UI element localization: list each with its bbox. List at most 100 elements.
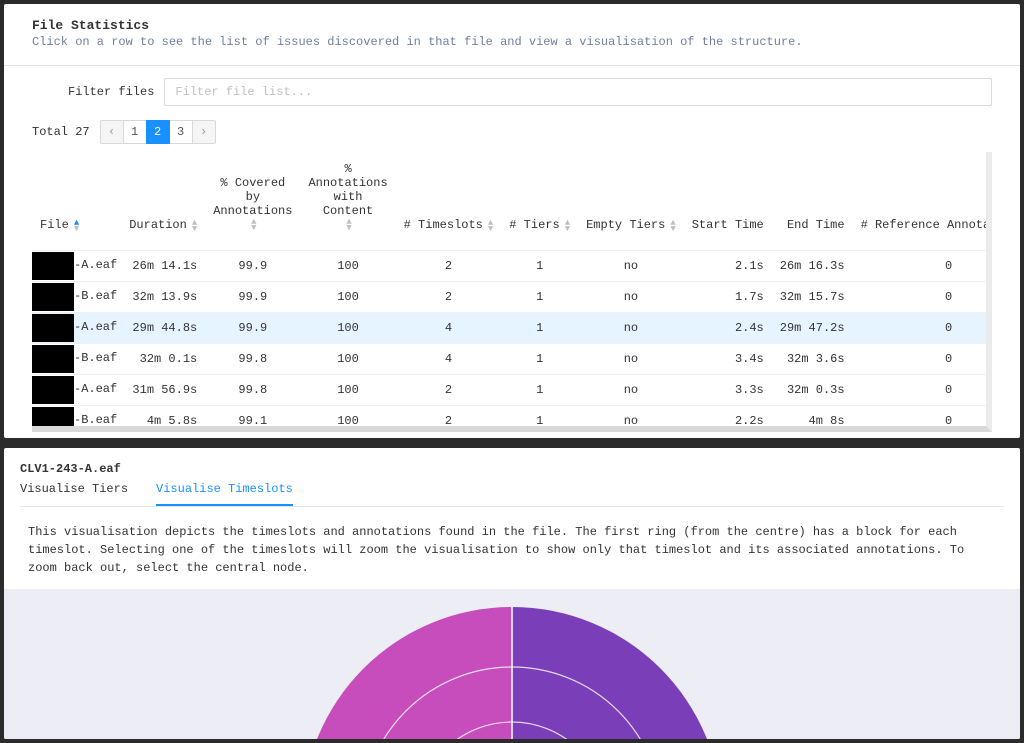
col-start[interactable]: Start Time xyxy=(684,152,772,251)
col-duration[interactable]: Duration▲▼ xyxy=(121,152,205,251)
file-name: -B.eaf xyxy=(74,407,121,432)
file-name: -A.eaf xyxy=(74,252,121,280)
table-scroll[interactable]: File▲▼ Duration▲▼ % Covered by Annotatio… xyxy=(32,152,992,432)
cell-content: 100 xyxy=(300,344,395,375)
cell-empty: no xyxy=(578,344,684,375)
cell-empty: no xyxy=(578,282,684,313)
cell-duration: 32m 0.1s xyxy=(121,344,205,375)
cell-duration: 32m 13.9s xyxy=(121,282,205,313)
cell-timeslots: 2 xyxy=(396,406,502,433)
cell-content: 100 xyxy=(300,375,395,406)
cell-ref: 0 xyxy=(853,282,992,313)
detail-header: CLV1-243-A.eaf Visualise Tiers Visualise… xyxy=(4,448,1020,507)
sort-icon: ▲▼ xyxy=(565,220,570,232)
cell-covered: 99.9 xyxy=(205,251,300,282)
cell-file: -B.eaf xyxy=(32,344,121,375)
cell-empty: no xyxy=(578,406,684,433)
redacted-block xyxy=(32,376,74,404)
page-3-button[interactable]: 3 xyxy=(169,120,193,144)
cell-ref: 0 xyxy=(853,313,992,344)
cell-file: -B.eaf xyxy=(32,282,121,313)
redacted-block xyxy=(32,252,74,280)
cell-file: -A.eaf xyxy=(32,375,121,406)
table-row[interactable]: -A.eaf29m 44.8s99.910041no2.4s29m 47.2s0 xyxy=(32,313,992,344)
file-name: -A.eaf xyxy=(74,376,121,404)
col-tiers[interactable]: # Tiers▲▼ xyxy=(501,152,578,251)
cell-ref: 0 xyxy=(853,375,992,406)
sort-icon: ▲▼ xyxy=(192,220,197,232)
redacted-block xyxy=(32,283,74,311)
cell-tiers: 1 xyxy=(501,406,578,433)
cell-covered: 99.8 xyxy=(205,344,300,375)
filter-input[interactable] xyxy=(164,78,992,106)
cell-content: 100 xyxy=(300,251,395,282)
total-count: Total 27 xyxy=(32,125,90,139)
cell-file: -A.eaf xyxy=(32,313,121,344)
table-row[interactable]: -B.eaf32m 0.1s99.810041no3.4s32m 3.6s0 xyxy=(32,344,992,375)
cell-start: 1.7s xyxy=(684,282,772,313)
redacted-block xyxy=(32,345,74,373)
cell-timeslots: 2 xyxy=(396,251,502,282)
col-covered[interactable]: % Covered by Annotations▲▼ xyxy=(205,152,300,251)
cell-duration: 31m 56.9s xyxy=(121,375,205,406)
cell-start: 2.2s xyxy=(684,406,772,433)
page-2-button[interactable]: 2 xyxy=(146,120,170,144)
col-file[interactable]: File▲▼ xyxy=(32,152,121,251)
cell-end: 32m 0.3s xyxy=(772,375,853,406)
redacted-block xyxy=(32,314,74,342)
cell-empty: no xyxy=(578,313,684,344)
next-page-button[interactable]: › xyxy=(192,120,216,144)
cell-timeslots: 2 xyxy=(396,282,502,313)
cell-timeslots: 2 xyxy=(396,375,502,406)
panel-subtitle: Click on a row to see the list of issues… xyxy=(32,35,992,49)
table-row[interactable]: -B.eaf4m 5.8s99.110021no2.2s4m 8s0 xyxy=(32,406,992,433)
visualisation-description: This visualisation depicts the timeslots… xyxy=(4,507,1020,589)
cell-content: 100 xyxy=(300,282,395,313)
tabs: Visualise Tiers Visualise Timeslots xyxy=(20,482,1004,507)
pager: ‹ 1 2 3 › xyxy=(100,120,216,144)
cell-file: -A.eaf xyxy=(32,251,121,282)
sunburst-chart[interactable] xyxy=(292,597,732,739)
cell-duration: 4m 5.8s xyxy=(121,406,205,433)
filter-label: Filter files xyxy=(68,85,154,99)
cell-timeslots: 4 xyxy=(396,313,502,344)
file-name: -A.eaf xyxy=(74,314,121,342)
col-end[interactable]: End Time xyxy=(772,152,853,251)
sort-icon: ▲▼ xyxy=(346,219,351,231)
table-row[interactable]: -B.eaf32m 13.9s99.910021no1.7s32m 15.7s0 xyxy=(32,282,992,313)
pagination-row: Total 27 ‹ 1 2 3 › xyxy=(4,114,1020,152)
cell-tiers: 1 xyxy=(501,282,578,313)
cell-content: 100 xyxy=(300,313,395,344)
cell-covered: 99.9 xyxy=(205,282,300,313)
file-name: -B.eaf xyxy=(74,283,121,311)
panel-title: File Statistics xyxy=(32,18,992,33)
cell-end: 29m 47.2s xyxy=(772,313,853,344)
col-content[interactable]: % Annotations with Content▲▼ xyxy=(300,152,395,251)
table-row[interactable]: -A.eaf31m 56.9s99.810021no3.3s32m 0.3s0 xyxy=(32,375,992,406)
sunburst-segment-left[interactable] xyxy=(302,607,512,739)
file-table: File▲▼ Duration▲▼ % Covered by Annotatio… xyxy=(32,152,992,432)
sort-icon: ▲▼ xyxy=(670,220,675,232)
sort-icon: ▲▼ xyxy=(74,220,79,232)
sunburst-segment-right[interactable] xyxy=(512,607,722,739)
cell-end: 26m 16.3s xyxy=(772,251,853,282)
cell-tiers: 1 xyxy=(501,313,578,344)
table-row[interactable]: -A.eaf26m 14.1s99.910021no2.1s26m 16.3s0 xyxy=(32,251,992,282)
cell-end: 32m 3.6s xyxy=(772,344,853,375)
prev-page-button[interactable]: ‹ xyxy=(100,120,124,144)
col-empty-tiers[interactable]: Empty Tiers▲▼ xyxy=(578,152,684,251)
tab-visualise-timeslots[interactable]: Visualise Timeslots xyxy=(156,482,293,506)
table-wrap: File▲▼ Duration▲▼ % Covered by Annotatio… xyxy=(32,152,992,438)
cell-start: 2.1s xyxy=(684,251,772,282)
file-statistics-panel: File Statistics Click on a row to see th… xyxy=(4,4,1020,438)
col-timeslots[interactable]: # Timeslots▲▼ xyxy=(396,152,502,251)
cell-file: -B.eaf xyxy=(32,406,121,433)
tab-visualise-tiers[interactable]: Visualise Tiers xyxy=(20,482,128,506)
sort-icon: ▲▼ xyxy=(251,219,256,231)
visualisation-area[interactable] xyxy=(4,589,1020,739)
col-ref-annot[interactable]: # Reference Annotations▲▼ xyxy=(853,152,992,251)
cell-ref: 0 xyxy=(853,344,992,375)
cell-empty: no xyxy=(578,251,684,282)
page-1-button[interactable]: 1 xyxy=(123,120,147,144)
cell-covered: 99.8 xyxy=(205,375,300,406)
